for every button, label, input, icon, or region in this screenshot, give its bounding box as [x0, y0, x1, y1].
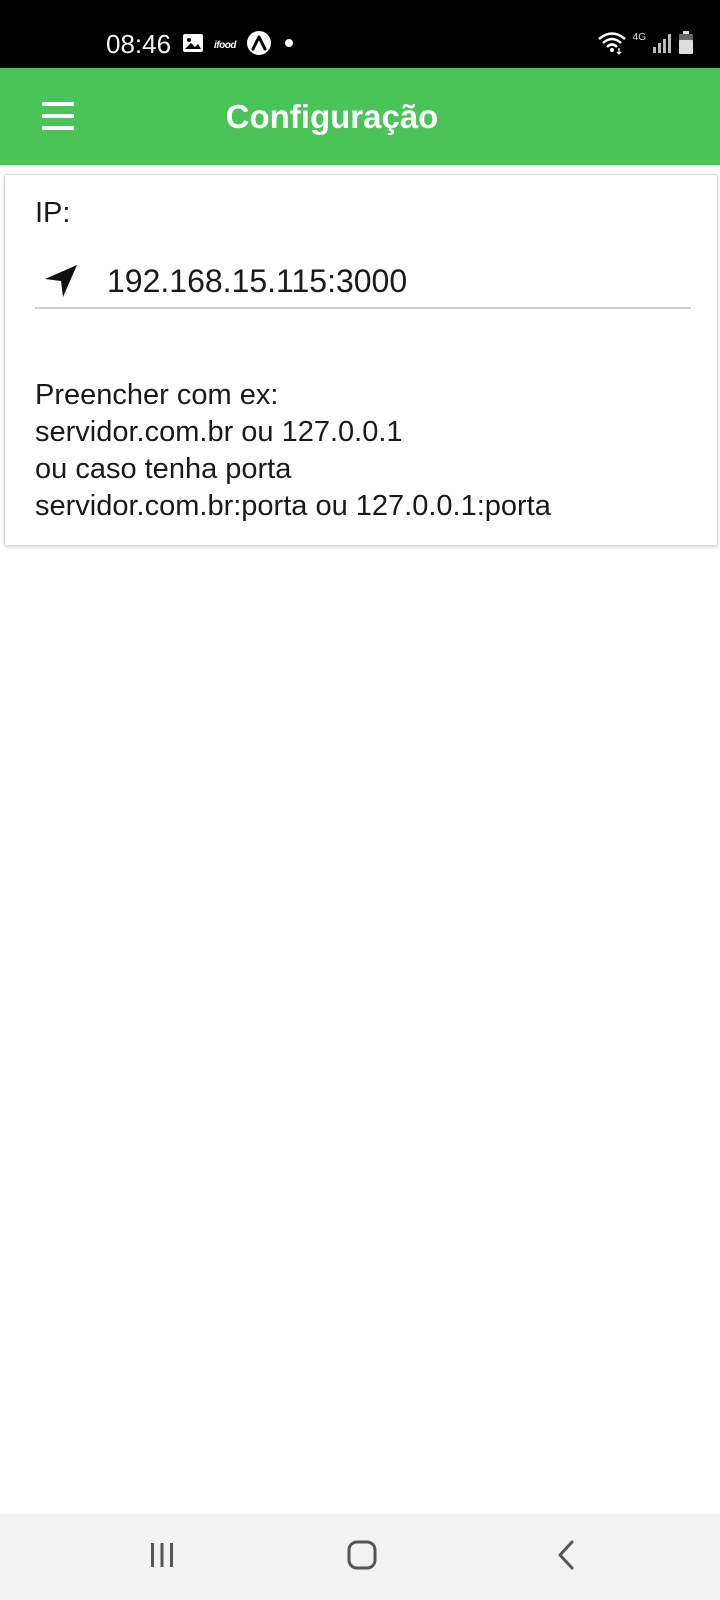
- menu-icon-bar: [42, 126, 74, 130]
- menu-icon-bar: [42, 102, 74, 106]
- home-button[interactable]: [312, 1514, 412, 1600]
- notification-icons: ifood: [182, 30, 296, 60]
- system-icons: 4G: [597, 30, 694, 60]
- ip-field[interactable]: [35, 255, 691, 309]
- app-a-icon: [246, 30, 272, 61]
- recents-button[interactable]: [112, 1514, 212, 1600]
- wifi-icon: [597, 31, 627, 60]
- gallery-icon: [182, 33, 204, 58]
- help-line: Preencher com ex:: [35, 379, 279, 411]
- recents-icon: [148, 1541, 176, 1574]
- battery-icon: [678, 30, 694, 60]
- help-text: Preencher com ex: servidor.com.br ou 127…: [35, 377, 551, 525]
- navigation-arrow-icon: [41, 261, 81, 301]
- dot-icon: [282, 36, 296, 55]
- config-card: IP: Preencher com ex: servidor.com.br ou…: [4, 174, 718, 546]
- help-line: servidor.com.br:porta ou 127.0.0.1:porta: [35, 490, 551, 522]
- app-bar: Configuração: [0, 68, 720, 165]
- home-icon: [346, 1539, 378, 1576]
- menu-icon-bar: [42, 114, 74, 118]
- menu-button[interactable]: [38, 98, 78, 134]
- status-time: 08:46: [106, 29, 172, 59]
- back-button[interactable]: [516, 1514, 616, 1600]
- status-bar: 08:46 ifood 4G: [0, 0, 720, 68]
- help-line: ou caso tenha porta: [35, 453, 292, 485]
- system-nav-bar: [0, 1514, 720, 1600]
- ip-input[interactable]: [107, 259, 667, 303]
- signal-icon: [652, 32, 672, 59]
- ifood-icon: ifood: [214, 39, 236, 51]
- ip-label: IP:: [35, 197, 71, 229]
- page-title: Configuração: [225, 98, 439, 135]
- help-line: servidor.com.br ou 127.0.0.1: [35, 416, 403, 448]
- network-type-label: 4G: [632, 32, 646, 43]
- back-icon: [554, 1539, 578, 1576]
